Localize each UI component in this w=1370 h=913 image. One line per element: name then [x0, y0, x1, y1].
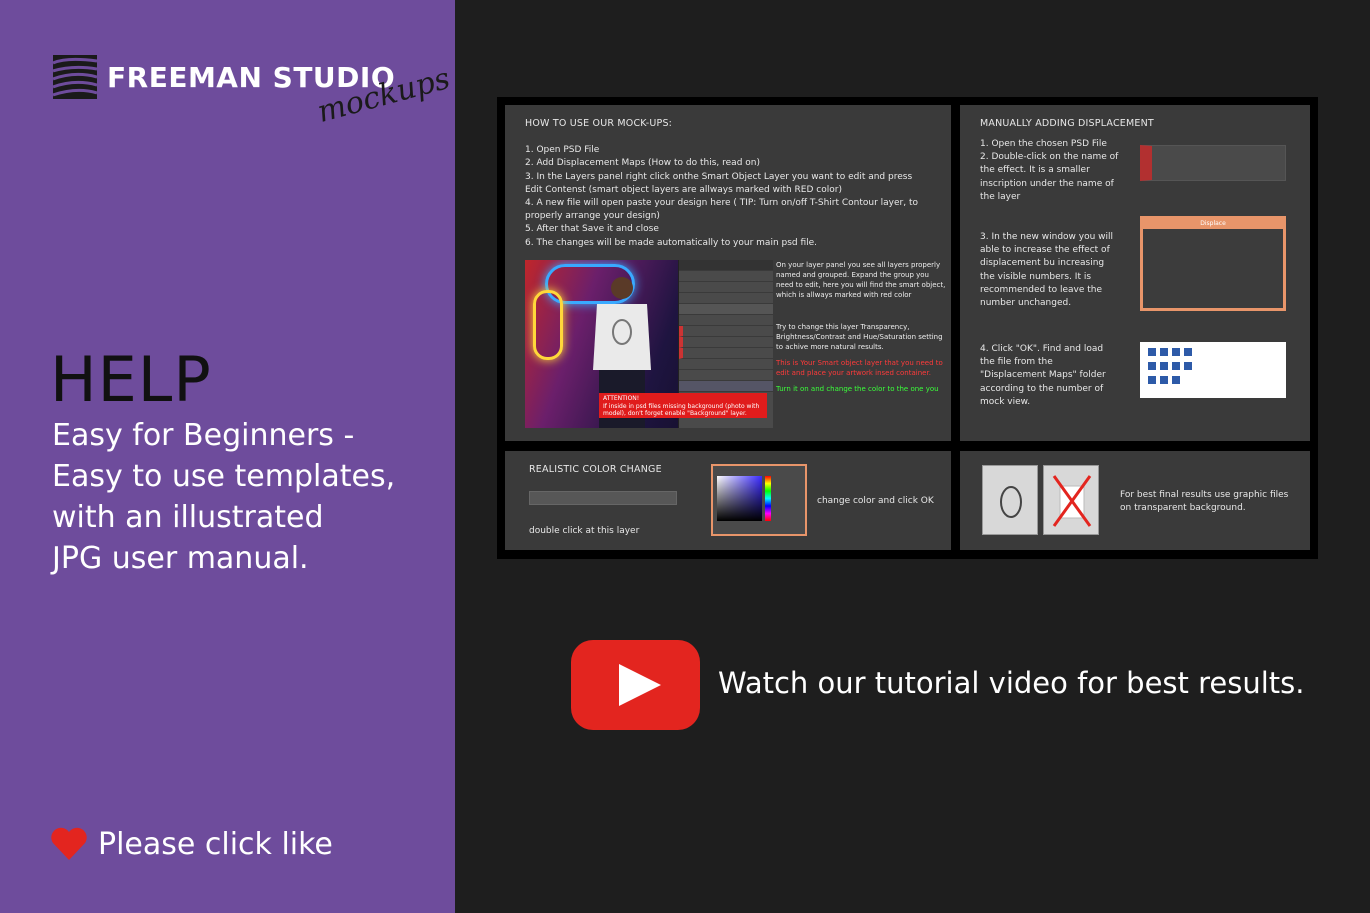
- tee-bad-image: [1043, 465, 1099, 535]
- subtitle-line: with an illustrated: [52, 500, 324, 535]
- displacement-title: MANUALLY ADDING DISPLACEMENT: [980, 118, 1154, 129]
- model-photo: ATTENTION! If inside in psd files missin…: [525, 260, 773, 428]
- displacement-step3: 3. In the new window you will able to in…: [980, 232, 1114, 309]
- note-layers: On your layer panel you see all layers p…: [776, 261, 946, 299]
- manual-image: HOW TO USE OUR MOCK-UPS: 1. Open PSD Fil…: [497, 97, 1318, 559]
- dialog-title: Displace: [1143, 219, 1283, 229]
- neon-sign: [533, 290, 563, 360]
- displacement-step4: 4. Click "OK". Find and load the file fr…: [980, 344, 1106, 407]
- step: 3. In the Layers panel right click onthe…: [525, 171, 913, 195]
- displace-dialog-screenshot: Displace: [1140, 216, 1286, 311]
- color-action: change color and click OK: [817, 496, 934, 506]
- youtube-play-icon[interactable]: [571, 640, 700, 730]
- howto-notes: On your layer panel you see all layers p…: [776, 260, 946, 394]
- transparent-panel: For best final results use graphic files…: [960, 451, 1310, 550]
- howto-panel: HOW TO USE OUR MOCK-UPS: 1. Open PSD Fil…: [505, 105, 951, 441]
- step: 4. A new file will open paste your desig…: [525, 198, 918, 222]
- page: FREEMAN STUDIO mockups HELP Easy for Beg…: [0, 0, 1370, 913]
- video-text[interactable]: Watch our tutorial video for best result…: [718, 666, 1305, 700]
- attention-box: ATTENTION! If inside in psd files missin…: [599, 393, 767, 418]
- like-text: Please click like: [98, 826, 333, 862]
- step: 6. The changes will be made automaticall…: [525, 237, 818, 248]
- note-color: Turn it on and change the color to the o…: [776, 385, 939, 393]
- layer-bar-screenshot: [529, 491, 677, 505]
- subtitle-line: Easy for Beginners -: [52, 418, 355, 453]
- displacement-panel: MANUALLY ADDING DISPLACEMENT 1. Open the…: [960, 105, 1310, 441]
- subtitle: Easy for Beginners - Easy to use templat…: [52, 415, 395, 579]
- displacement-files-screenshot: [1140, 342, 1286, 398]
- attention-text: If inside in psd files missing backgroun…: [603, 402, 760, 418]
- color-change-panel: REALISTIC COLOR CHANGE double click at t…: [505, 451, 951, 550]
- step: 2. Add Displacement Maps (How to do this…: [525, 158, 760, 169]
- note-adjust: Try to change this layer Transparency, B…: [776, 323, 943, 351]
- attention-title: ATTENTION!: [603, 395, 640, 402]
- transparent-text: For best final results use graphic files…: [1120, 490, 1289, 514]
- heart-icon[interactable]: [50, 826, 88, 862]
- step: 5. After that Save it and close: [525, 224, 659, 235]
- tee-good-image: [982, 465, 1038, 535]
- displacement-step1: 1. Open the chosen PSD File 2. Double-cl…: [980, 139, 1119, 202]
- step: 1. Open PSD File: [525, 145, 600, 156]
- subtitle-line: Easy to use templates,: [52, 459, 396, 494]
- zebra-logo-icon: [53, 55, 97, 99]
- note-smart-object: This is Your Smart object layer that you…: [776, 359, 943, 377]
- howto-steps: 1. Open PSD File 2. Add Displacement Map…: [525, 144, 931, 250]
- color-caption: double click at this layer: [529, 526, 640, 536]
- subtitle-line: JPG user manual.: [52, 541, 309, 576]
- howto-title: HOW TO USE OUR MOCK-UPS:: [525, 118, 673, 129]
- color-picker-screenshot: [711, 464, 807, 536]
- left-sidebar: FREEMAN STUDIO mockups HELP Easy for Beg…: [0, 0, 455, 913]
- help-title: HELP: [50, 343, 212, 416]
- layer-screenshot: [1140, 145, 1286, 181]
- like-prompt[interactable]: Please click like: [50, 826, 333, 862]
